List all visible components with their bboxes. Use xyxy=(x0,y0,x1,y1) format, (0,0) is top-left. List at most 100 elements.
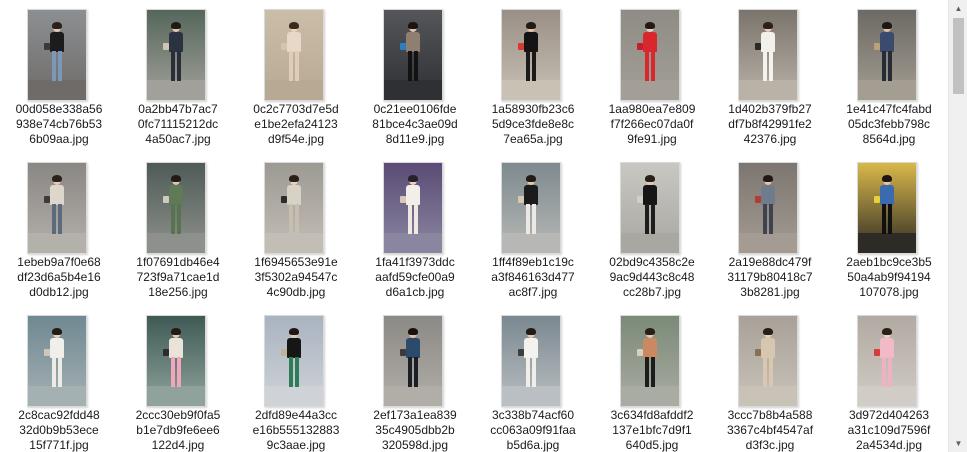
scrollbar-thumb[interactable] xyxy=(953,18,964,94)
file-name-line: d9f54e.jpg xyxy=(267,132,325,146)
image-thumbnail[interactable] xyxy=(738,315,798,407)
file-name-line: 723f9a71cae1d xyxy=(136,270,220,284)
image-thumbnail[interactable] xyxy=(620,162,680,254)
file-name-line: df7b8f42991fe2 xyxy=(728,117,812,131)
file-name-line: 0c2c7703d7e5d xyxy=(253,102,339,116)
file-name-line: d3f3c.jpg xyxy=(745,438,795,452)
file-item[interactable]: 3c338b74acf60 cc063a09f91faa b5d6a.jpg xyxy=(474,306,592,452)
file-name: 1a58930fb23c6 5d9ce3fde8e8c 7ea65a.jpg xyxy=(478,102,588,147)
file-item[interactable]: 3ccc7b8b4a588 3367c4bf4547af d3f3c.jpg xyxy=(711,306,829,452)
image-thumbnail[interactable] xyxy=(501,162,561,254)
file-name-line: 31179b80418c7 xyxy=(727,270,813,284)
file-item[interactable]: 1fa41f3973ddc aafd59cfe00a9 d6a1cb.jpg xyxy=(356,153,474,303)
image-thumbnail[interactable] xyxy=(146,162,206,254)
file-name: 0a2bb47b7ac7 0fc71115212dc 4a50ac7.jpg xyxy=(123,102,233,147)
file-item[interactable]: 1e41c47fc4fabd 05dc3febb798c 8564d.jpg xyxy=(830,0,948,150)
file-item[interactable]: 1f6945653e91e 3f5302a94547c 4c90db.jpg xyxy=(237,153,355,303)
file-name-line: 3ccc7b8b4a588 xyxy=(727,408,813,422)
image-thumbnail[interactable] xyxy=(264,9,324,101)
file-item[interactable]: 2ef173a1ea839 35c4905dbb2b 320598d.jpg xyxy=(356,306,474,452)
file-name-line: 32d0b9b53ece xyxy=(19,423,99,437)
image-thumbnail[interactable] xyxy=(738,9,798,101)
file-name-line: a3f846163d477 xyxy=(491,270,575,284)
image-thumbnail[interactable] xyxy=(857,315,917,407)
file-name-line: 50a4ab9f94194 xyxy=(847,270,931,284)
file-item[interactable]: 02bd9c4358c2e 9ac9d443c8c48 cc28b7.jpg xyxy=(593,153,711,303)
image-thumbnail[interactable] xyxy=(27,162,87,254)
file-item[interactable]: 2c8cac92fdd48 32d0b9b53ece 15f771f.jpg xyxy=(0,306,118,452)
file-name-line: 1ebeb9a7f0e68 xyxy=(17,255,101,269)
file-name-line: 05dc3febb798c xyxy=(847,117,931,131)
file-name-line: 2ef173a1ea839 xyxy=(373,408,457,422)
file-item[interactable]: 1ebeb9a7f0e68 df23d6a5b4e16 d0db12.jpg xyxy=(0,153,118,303)
file-item[interactable]: 1ff4f89eb1c19c a3f846163d477 ac8f7.jpg xyxy=(474,153,592,303)
file-item[interactable]: 2aeb1bc9ce3b5 50a4ab9f94194 107078.jpg xyxy=(830,153,948,303)
file-item[interactable]: 1f07691db46e4 723f9a71cae1d 18e256.jpg xyxy=(119,153,237,303)
file-name-line: 0c21ee0106fde xyxy=(373,102,457,116)
file-name-line: 15f771f.jpg xyxy=(29,438,89,452)
file-item[interactable]: 3d972d404263 a31c109d7596f 2a4534d.jpg xyxy=(830,306,948,452)
file-name-line: b1e7db9fe6ee6 xyxy=(136,423,220,437)
file-name-line: a31c109d7596f xyxy=(847,423,931,437)
image-thumbnail[interactable] xyxy=(264,315,324,407)
file-name: 0c2c7703d7e5d e1be2efa24123 d9f54e.jpg xyxy=(241,102,351,147)
image-thumbnail[interactable] xyxy=(857,162,917,254)
file-name-line: 2aeb1bc9ce3b5 xyxy=(846,255,932,269)
file-item[interactable]: 2a19e88dc479f 31179b80418c7 3b8281.jpg xyxy=(711,153,829,303)
scroll-down-arrow-icon[interactable]: ▼ xyxy=(949,435,967,452)
file-name: 2dfd89e44a3cc e16b555132883 9c3aae.jpg xyxy=(241,408,351,452)
file-item[interactable]: 0a2bb47b7ac7 0fc71115212dc 4a50ac7.jpg xyxy=(119,0,237,150)
vertical-scrollbar[interactable]: ▲ ▼ xyxy=(948,0,967,452)
file-name: 1aa980ea7e809 f7f266ec07da0f 9fe91.jpg xyxy=(597,102,707,147)
file-item[interactable]: 2ccc30eb9f0fa5 b1e7db9fe6ee6 122d4.jpg xyxy=(119,306,237,452)
image-thumbnail[interactable] xyxy=(383,315,443,407)
image-thumbnail[interactable] xyxy=(27,315,87,407)
file-item[interactable]: 2dfd89e44a3cc e16b555132883 9c3aae.jpg xyxy=(237,306,355,452)
file-name-line: 1f07691db46e4 xyxy=(136,255,220,269)
image-thumbnail[interactable] xyxy=(620,315,680,407)
file-item[interactable]: 0c2c7703d7e5d e1be2efa24123 d9f54e.jpg xyxy=(237,0,355,150)
file-name: 2aeb1bc9ce3b5 50a4ab9f94194 107078.jpg xyxy=(834,255,944,300)
image-thumbnail[interactable] xyxy=(501,315,561,407)
file-name-line: 3c338b74acf60 xyxy=(491,408,575,422)
file-name: 1e41c47fc4fabd 05dc3febb798c 8564d.jpg xyxy=(834,102,944,147)
file-name-line: 8564d.jpg xyxy=(862,132,916,146)
file-name: 3ccc7b8b4a588 3367c4bf4547af d3f3c.jpg xyxy=(715,408,825,452)
image-thumbnail[interactable] xyxy=(620,9,680,101)
image-thumbnail[interactable] xyxy=(383,162,443,254)
file-name: 1ff4f89eb1c19c a3f846163d477 ac8f7.jpg xyxy=(478,255,588,300)
image-thumbnail[interactable] xyxy=(27,9,87,101)
file-name-line: 1e41c47fc4fabd xyxy=(846,102,932,116)
file-name-line: 7ea65a.jpg xyxy=(503,132,563,146)
file-name-line: 9fe91.jpg xyxy=(627,132,677,146)
file-name-line: 938e74cb76b53 xyxy=(15,117,103,131)
file-item[interactable]: 1aa980ea7e809 f7f266ec07da0f 9fe91.jpg xyxy=(593,0,711,150)
file-name-line: 3b8281.jpg xyxy=(740,285,800,299)
file-name: 3c338b74acf60 cc063a09f91faa b5d6a.jpg xyxy=(478,408,588,452)
image-thumbnail[interactable] xyxy=(146,9,206,101)
file-item[interactable]: 00d058e338a56 938e74cb76b53 6b09aa.jpg xyxy=(0,0,118,150)
file-name-line: 1aa980ea7e809 xyxy=(608,102,696,116)
image-thumbnail[interactable] xyxy=(146,315,206,407)
image-thumbnail[interactable] xyxy=(857,9,917,101)
file-item[interactable]: 0c21ee0106fde 81bce4c3ae09d 8d11e9.jpg xyxy=(356,0,474,150)
file-name-line: 4c90db.jpg xyxy=(266,285,326,299)
file-name: 1f6945653e91e 3f5302a94547c 4c90db.jpg xyxy=(241,255,351,300)
file-item[interactable]: 1a58930fb23c6 5d9ce3fde8e8c 7ea65a.jpg xyxy=(474,0,592,150)
file-name-line: f7f266ec07da0f xyxy=(610,117,694,131)
file-name: 1fa41f3973ddc aafd59cfe00a9 d6a1cb.jpg xyxy=(360,255,470,300)
file-name: 2a19e88dc479f 31179b80418c7 3b8281.jpg xyxy=(715,255,825,300)
scroll-up-arrow-icon[interactable]: ▲ xyxy=(949,0,967,17)
image-thumbnail[interactable] xyxy=(264,162,324,254)
file-name-line: e16b555132883 xyxy=(252,423,340,437)
file-item[interactable]: 3c634fd8afddf2 137e1bfc7d9f1 640d5.jpg xyxy=(593,306,711,452)
file-name-line: 18e256.jpg xyxy=(148,285,208,299)
file-item[interactable]: 1d402b379fb27 df7b8f42991fe2 42376.jpg xyxy=(711,0,829,150)
file-name-line: 35c4905dbb2b xyxy=(375,423,455,437)
file-name-line: 3f5302a94547c xyxy=(254,270,338,284)
image-thumbnail[interactable] xyxy=(738,162,798,254)
file-name-line: ac8f7.jpg xyxy=(508,285,558,299)
image-thumbnail[interactable] xyxy=(383,9,443,101)
file-name: 3d972d404263 a31c109d7596f 2a4534d.jpg xyxy=(834,408,944,452)
image-thumbnail[interactable] xyxy=(501,9,561,101)
